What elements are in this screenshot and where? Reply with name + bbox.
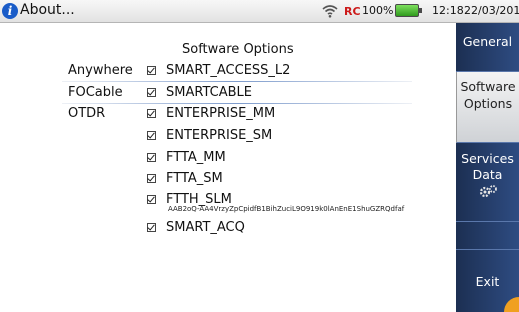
separator-line — [62, 81, 412, 82]
services-data-label-line2: Data — [472, 167, 503, 182]
software-options-button[interactable]: Software Options — [456, 72, 519, 143]
services-data-button[interactable]: Services Data — [456, 143, 519, 222]
general-button[interactable]: General — [456, 23, 519, 72]
option-category: OTDR — [68, 106, 106, 121]
battery-icon — [395, 4, 422, 17]
wifi-icon — [322, 5, 338, 18]
option-category: Anywhere — [68, 63, 133, 78]
separator-line — [62, 103, 412, 104]
option-name: ENTERPRISE_SM — [166, 128, 273, 143]
battery-percent: 100% — [362, 4, 394, 17]
checkbox-icon — [147, 88, 156, 97]
software-options-label-line2: Options — [463, 96, 513, 111]
checkbox-icon — [147, 109, 156, 118]
checkbox-icon — [147, 174, 156, 183]
window-title: About... — [20, 2, 75, 18]
checkbox-icon — [147, 153, 156, 162]
checkbox-icon — [147, 223, 156, 232]
option-row: FOCable SMARTCABLE — [62, 85, 412, 105]
option-row: OTDR ENTERPRISE_MM — [62, 106, 412, 126]
option-license-code: AAB2oQ-AA4VrzyZpCpidfB1BihZuciL9O919k0lA… — [168, 205, 405, 213]
exit-label: Exit — [475, 274, 500, 289]
option-name: FTTA_MM — [166, 150, 226, 165]
option-row: SMART_ACQ — [62, 220, 412, 240]
option-row: ENTERPRISE_SM — [62, 128, 412, 148]
checkbox-icon — [147, 195, 156, 204]
clock-date: 22/03/2018 — [464, 4, 519, 17]
option-name: FTTA_SM — [166, 171, 223, 186]
checkbox-icon — [147, 66, 156, 75]
option-name: SMART_ACQ — [166, 220, 245, 235]
option-name: SMART_ACCESS_L2 — [166, 63, 291, 78]
page-title: Software Options — [182, 42, 294, 57]
option-row: Anywhere SMART_ACCESS_L2 — [62, 63, 412, 83]
title-bar: i About... RC 100% 12:18 22/03/2018 — [0, 0, 519, 23]
gear-icon — [479, 185, 497, 198]
option-category: FOCable — [68, 85, 123, 100]
services-data-label-line1: Services — [461, 151, 514, 166]
checkbox-icon — [147, 131, 156, 140]
clock-time: 12:18 — [432, 4, 464, 17]
software-options-label-line1: Software — [460, 79, 516, 94]
general-label: General — [462, 34, 513, 49]
option-row: FTTA_SM — [62, 171, 412, 191]
option-row: FTTA_MM — [62, 150, 412, 170]
sidebar: General Software Options Services Data E… — [456, 23, 519, 312]
empty-softkey[interactable] — [456, 222, 519, 250]
info-icon: i — [2, 3, 18, 19]
option-name: SMARTCABLE — [166, 85, 252, 100]
option-name: ENTERPRISE_MM — [166, 106, 276, 121]
